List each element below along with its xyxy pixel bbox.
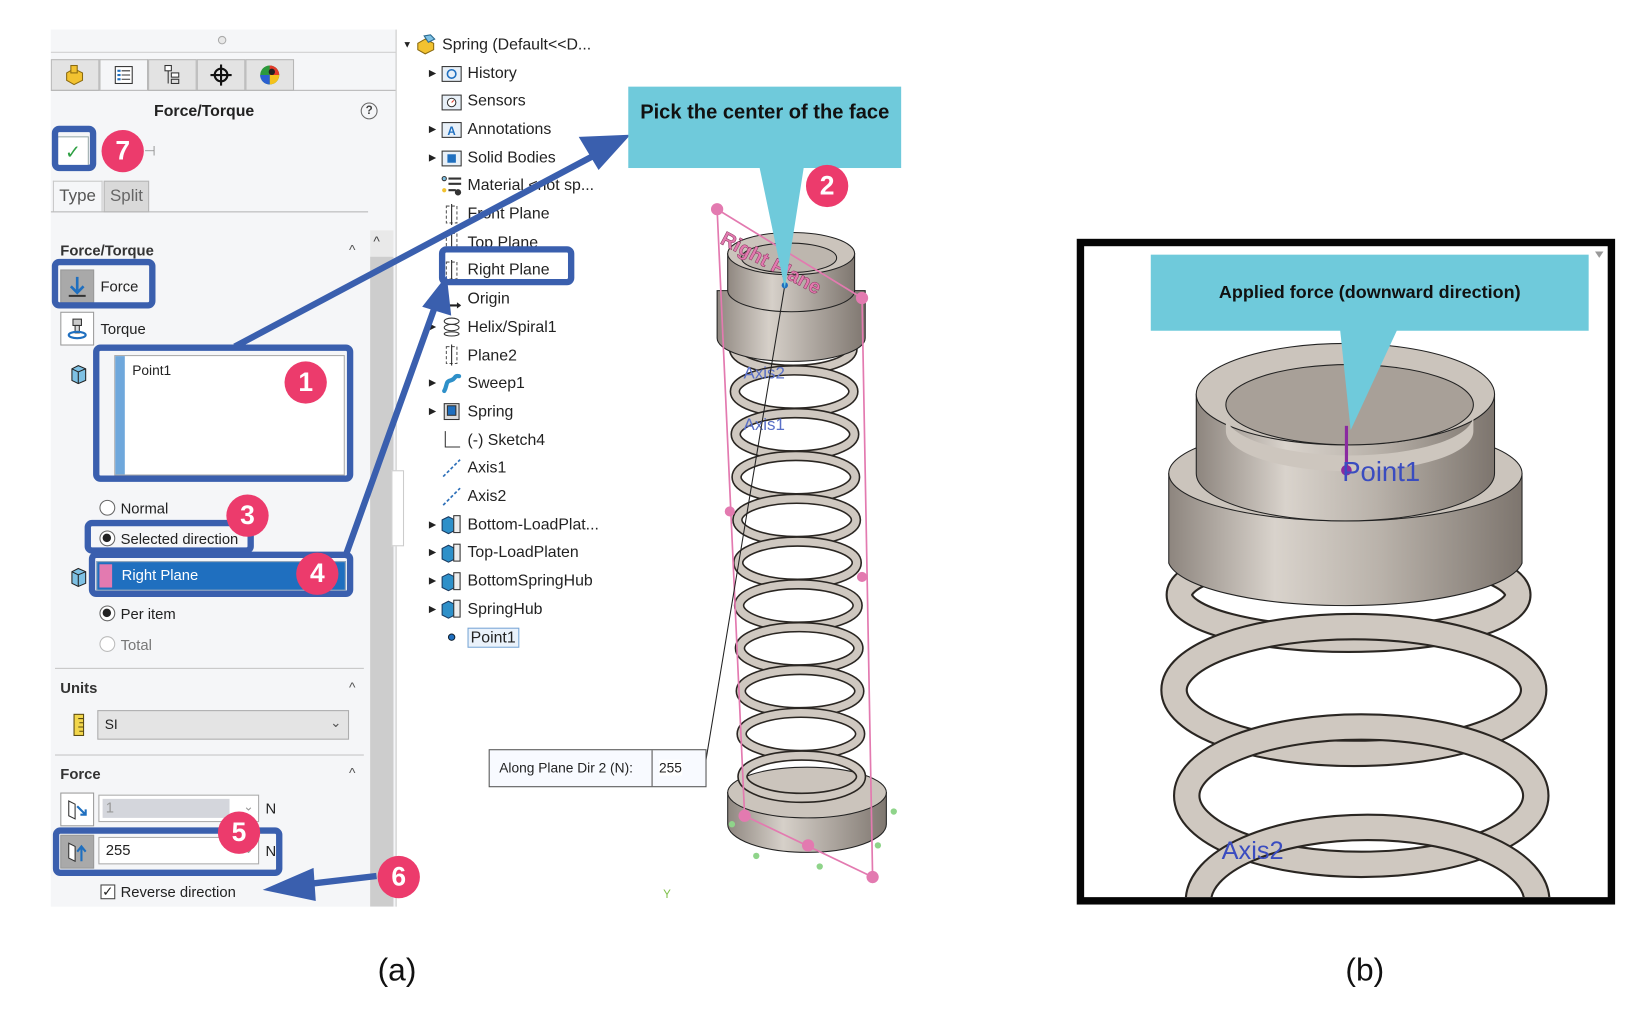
tip-pick-center: Pick the center of the face: [628, 86, 902, 169]
step-badge-4: 4: [296, 552, 339, 595]
highlight-tree-right-plane: [438, 246, 575, 286]
caption-b: (b): [1345, 953, 1385, 989]
highlight-force: [51, 258, 156, 309]
tip-applied-force: Applied force (downward direction): [1150, 254, 1589, 331]
tip-pointer: [759, 166, 804, 289]
highlight-ok: [51, 125, 97, 172]
detail-view-frame: Point1 Axis2 Applied force (downward dir…: [1076, 238, 1616, 905]
step-badge-2: 2: [805, 164, 849, 208]
step-badge-3: 3: [226, 494, 269, 537]
step-badge-6: 6: [377, 855, 420, 899]
step-badge-1: 1: [284, 361, 327, 404]
arrow-4-to-right-plane: [341, 303, 439, 560]
detail-point-label: Point1: [1342, 456, 1420, 487]
arrow-6-to-reverse: [304, 872, 377, 888]
caption-a: (a): [377, 953, 417, 989]
arrow-head: [578, 134, 631, 170]
tip-pointer: [1340, 329, 1398, 431]
corner-marker: [1595, 251, 1604, 258]
step-badge-5: 5: [217, 811, 261, 854]
step-badge-7: 7: [101, 129, 144, 173]
detail-axis-label: Axis2: [1222, 837, 1284, 865]
